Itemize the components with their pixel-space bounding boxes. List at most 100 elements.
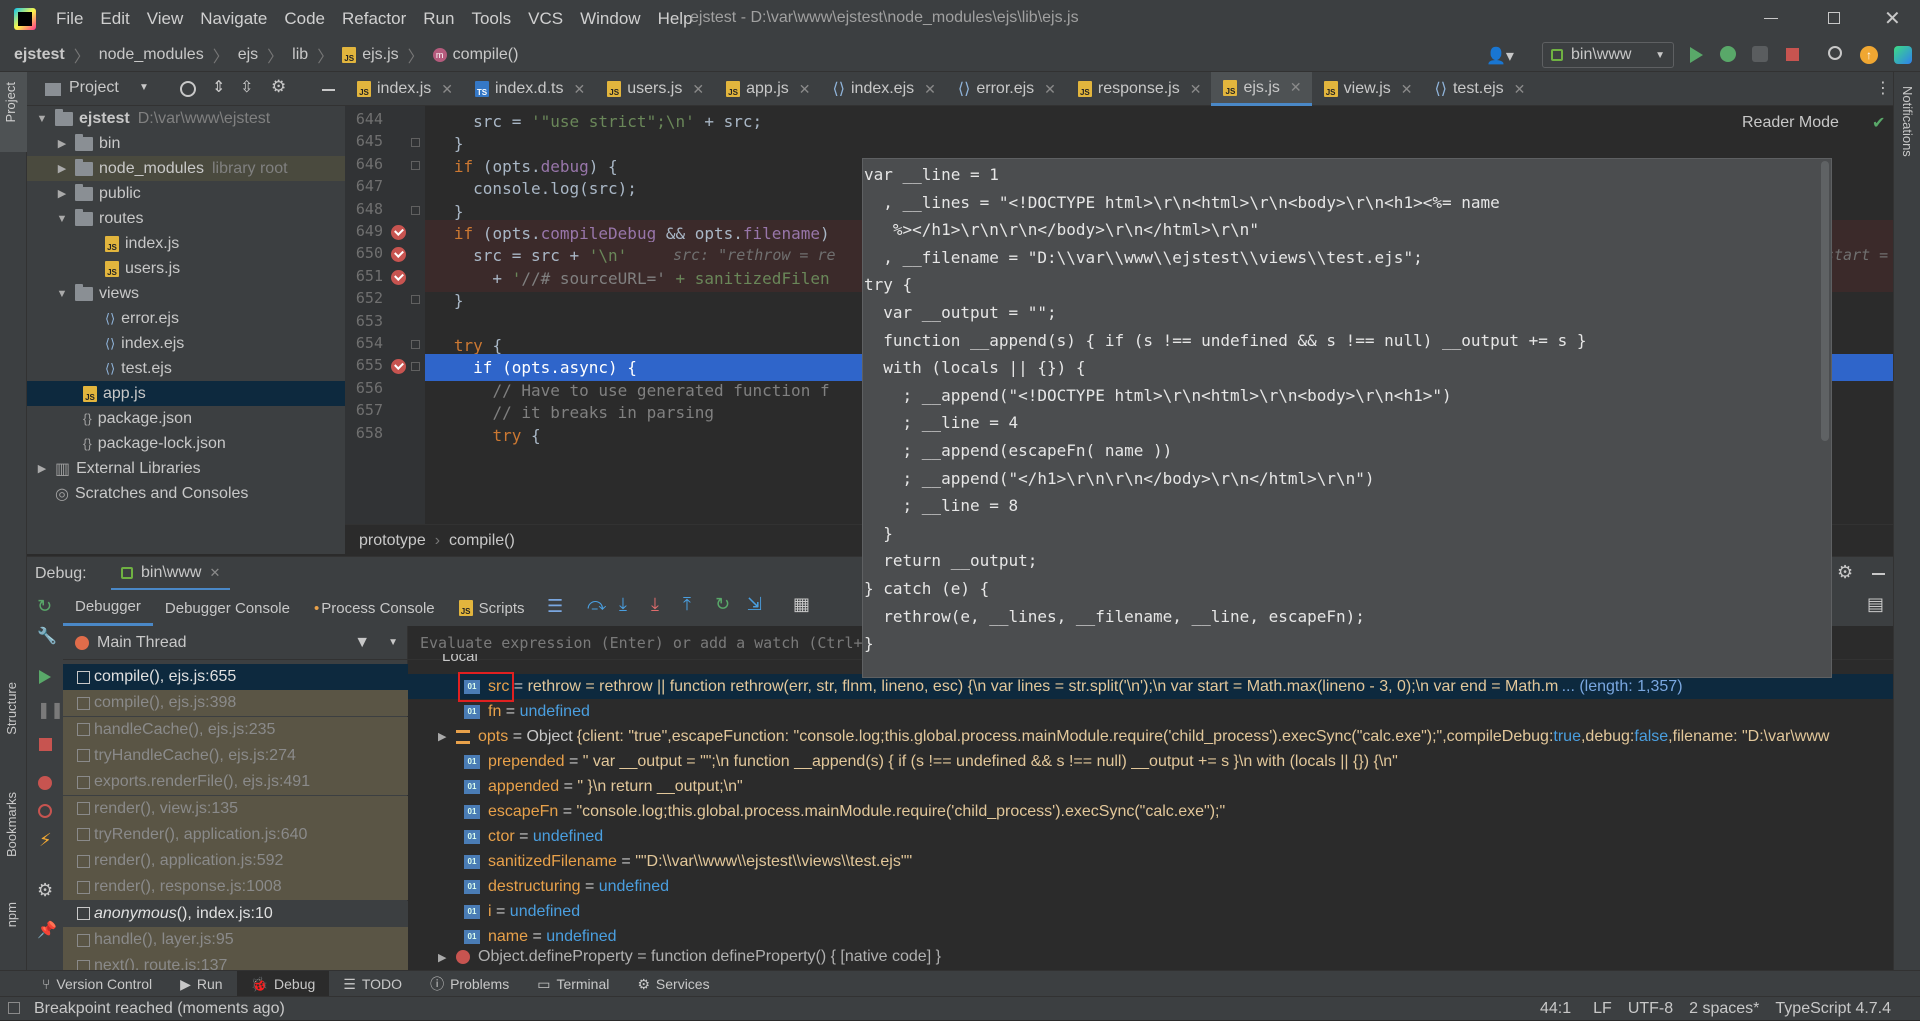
breakpoint-icon[interactable] [391,225,406,240]
menu-refactor[interactable]: Refactor [342,9,406,29]
line-number[interactable]: 656 [345,379,383,397]
fold-icon[interactable] [411,205,420,215]
stack-frame[interactable]: anonymous(), index.js:10 [63,900,408,927]
menu-view[interactable]: View [147,9,184,29]
line-number[interactable]: 651 [345,267,383,285]
var-row-i[interactable]: 01 i = undefined [408,899,1893,924]
stack-frame[interactable]: render(), view.js:135 [63,795,408,822]
menu-window[interactable]: Window [580,9,640,29]
chevron-down-icon[interactable]: ▼ [55,213,69,225]
menu-navigate[interactable]: Navigate [200,9,267,29]
indent-setting[interactable]: 2 spaces* [1689,1000,1759,1018]
run-to-cursor-icon[interactable]: ⇲ [747,594,762,615]
user-icon[interactable]: 👤▾ [1486,46,1514,66]
tool-version-control[interactable]: ⑂ Version Control [28,971,166,997]
line-number[interactable]: 646 [345,155,383,173]
close-icon[interactable]: ✕ [1044,81,1056,98]
stack-frame[interactable]: tryRender(), application.js:640 [63,821,408,848]
tree-item-routes[interactable]: ▼ routes [27,206,345,231]
menu-icon[interactable]: ☰ [547,596,563,617]
tree-item-views[interactable]: ▼ views [27,281,345,306]
more-tabs-icon[interactable]: ⋮ [1875,78,1891,98]
stack-frame[interactable]: handle(), layer.js:95 [63,927,408,953]
tree-root[interactable]: ▼ ejstest D:\var\www\ejstest [27,106,345,131]
line-number[interactable]: 644 [345,110,383,128]
tab-debugger[interactable]: Debugger [63,590,153,626]
fold-icon[interactable] [411,138,420,148]
tree-item-routes-users[interactable]: JS users.js [27,256,345,281]
chevron-down-icon[interactable]: ▼ [35,113,49,125]
chevron-right-icon[interactable]: ▶ [35,462,49,475]
gear-icon[interactable]: ⚙ [271,77,286,97]
line-number[interactable]: 647 [345,177,383,195]
line-number[interactable]: 650 [345,244,383,262]
chevron-right-icon[interactable]: ▶ [55,187,69,200]
chevron-right-icon[interactable]: ▶ [438,951,456,964]
tree-item-routes-index[interactable]: JS index.js [27,231,345,256]
var-row-name[interactable]: 01 name = undefined [408,924,1893,949]
close-icon[interactable]: ✕ [209,565,220,581]
tree-item-package-lock[interactable]: {} package-lock.json [27,431,345,456]
line-number[interactable]: 657 [345,401,383,419]
tab-index-d-ts[interactable]: TS index.d.ts ✕ [463,72,595,106]
stop-icon[interactable] [39,738,52,751]
tab-process-console[interactable]: • Process Console [302,590,447,626]
pin-icon[interactable]: 📌 [37,920,57,940]
fold-icon[interactable] [411,362,420,372]
bookmarks-tool-label[interactable]: Bookmarks [4,792,19,857]
breakpoint-icon[interactable] [391,359,406,375]
close-icon[interactable]: ✕ [1190,81,1202,98]
expand-all-icon[interactable]: ⇕ [212,77,225,97]
stop-icon[interactable] [1786,48,1799,61]
breadcrumb-ejstest[interactable]: ejstest [14,46,65,64]
var-row-ctor[interactable]: 01 ctor = undefined [408,824,1893,849]
npm-tool-label[interactable]: npm [4,902,19,927]
stack-frame[interactable]: exports.renderFile(), ejs.js:491 [63,769,408,796]
tree-item-views-error[interactable]: ⟨⟩ error.ejs [27,306,345,331]
wrench-icon[interactable]: 🔧 [37,626,57,646]
tool-terminal[interactable]: ▭ Terminal [523,971,623,997]
chevron-right-icon[interactable]: ▶ [55,137,69,150]
line-number[interactable]: 645 [345,132,383,150]
breadcrumb-lib[interactable]: lib [292,46,308,64]
stack-frame[interactable]: render(), application.js:592 [63,848,408,875]
stack-frame[interactable]: compile(), ejs.js:655 [63,664,408,690]
status-icon[interactable] [8,1002,20,1014]
tab-error-ejs[interactable]: ⟨⟩ error.ejs ✕ [946,72,1066,106]
tab-index-js[interactable]: JS index.js ✕ [345,72,463,106]
structure-tool-label[interactable]: Structure [4,682,19,735]
gear-icon[interactable]: ⚙ [37,880,53,901]
value-popup[interactable]: var __line = 1 , __lines = "<!DOCTYPE ht… [862,158,1832,678]
force-step-into-icon[interactable]: ⤓ [651,594,659,615]
var-row-defineproperty[interactable]: ▶ Object.defineProperty = function defin… [408,948,1893,966]
line-number[interactable]: 655 [345,356,383,374]
coverage-icon[interactable] [1752,46,1768,62]
layout-icon[interactable]: ▤ [1867,594,1884,615]
tab-test-ejs[interactable]: ⟨⟩ test.ejs ✕ [1423,72,1536,106]
menu-vcs[interactable]: VCS [528,9,563,29]
line-number[interactable]: 658 [345,424,383,442]
close-icon[interactable]: ✕ [1884,6,1901,31]
evaluate-icon[interactable]: ▦ [793,594,810,615]
breadcrumb-compile[interactable]: compile() [453,46,519,64]
close-icon[interactable]: ✕ [441,81,453,98]
language-service[interactable]: TypeScript 4.7.4 [1775,1000,1891,1018]
chevron-right-icon[interactable]: ▶ [438,730,456,743]
menu-file[interactable]: File [56,9,83,29]
reader-mode-button[interactable]: Reader Mode [1742,114,1839,132]
tree-item-external-libraries[interactable]: ▶ ▥ External Libraries [27,456,345,481]
gear-icon[interactable]: ⚙ [1837,562,1853,583]
line-number[interactable]: 649 [345,222,383,240]
editor-gutter[interactable]: 644 645 646 647 648 649 650 651 652 653 654 655 656 6… [345,106,425,524]
tab-debugger-console[interactable]: Debugger Console [153,590,302,626]
locate-icon[interactable] [180,81,196,97]
chevron-down-icon[interactable]: ▼ [55,288,69,300]
tree-item-bin[interactable]: ▶ bin [27,131,345,156]
var-row-opts[interactable]: ▶ opts = Object {client: "true",escapeFu… [408,724,1893,749]
collapse-all-icon[interactable]: ⇳ [240,77,253,97]
tab-view-js[interactable]: JS view.js ✕ [1312,72,1423,106]
var-row-appended[interactable]: 01 appended = " }\n return __output;\n" [408,774,1893,799]
stack-frame[interactable]: compile(), ejs.js:398 [63,690,408,717]
status-message[interactable]: Breakpoint reached (moments ago) [34,1000,285,1018]
breakpoint-icon[interactable] [391,269,406,285]
